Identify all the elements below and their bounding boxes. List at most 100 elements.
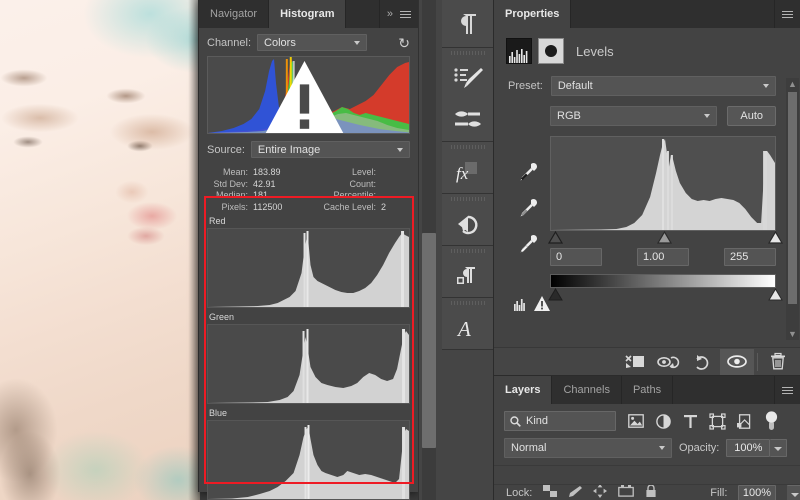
collapse-chevrons-icon[interactable]: » xyxy=(387,8,393,20)
source-label: Source: xyxy=(207,143,245,156)
stat-mean-label: Mean: xyxy=(222,167,248,177)
glyphs-icon[interactable]: A xyxy=(442,307,494,349)
toggle-visibility-eye-icon[interactable] xyxy=(720,348,754,375)
stat-level-value xyxy=(381,167,410,179)
tab-navigator-label: Navigator xyxy=(210,8,258,20)
lock-position-icon[interactable] xyxy=(593,485,608,500)
tab-channels[interactable]: Channels xyxy=(552,376,622,404)
reset-icon[interactable] xyxy=(686,349,720,375)
delete-trash-icon[interactable] xyxy=(761,349,795,375)
panel-menu-icon[interactable] xyxy=(782,9,793,20)
scroll-up-arrow-icon[interactable]: ▲ xyxy=(788,78,797,90)
tab-layers[interactable]: Layers xyxy=(494,376,553,404)
view-previous-state-icon[interactable] xyxy=(652,349,686,375)
black-point-eyedropper-icon[interactable] xyxy=(516,162,538,184)
layer-comps-icon[interactable] xyxy=(442,255,494,297)
tab-properties[interactable]: Properties xyxy=(494,0,572,28)
tab-histogram[interactable]: Histogram xyxy=(269,0,347,28)
panel-menu-icon[interactable] xyxy=(782,385,793,396)
filter-shape-layers-icon[interactable] xyxy=(708,412,726,430)
stat-pixels-value: 112500 xyxy=(253,201,283,212)
levels-histogram-graph xyxy=(551,137,775,230)
filter-type-layers-icon[interactable] xyxy=(681,412,699,430)
white-point-eyedropper-icon[interactable] xyxy=(516,234,538,256)
levels-channel-row: RGB Auto xyxy=(494,96,800,126)
brushes-icon[interactable] xyxy=(442,57,494,99)
output-highlight-slider[interactable] xyxy=(768,288,783,301)
history-icon[interactable] xyxy=(442,203,494,245)
shadow-slider-triangle xyxy=(547,230,564,244)
dock-group-layer-comps xyxy=(442,246,494,298)
properties-scrollbar[interactable]: ▲ ▼ xyxy=(786,78,799,340)
auto-button[interactable]: Auto xyxy=(727,106,776,126)
filter-smart-object-icon[interactable] xyxy=(735,412,753,430)
preset-select[interactable]: Default xyxy=(550,76,776,96)
clipping-warning-icon xyxy=(514,299,525,311)
dock-grip[interactable] xyxy=(442,246,494,255)
layers-panel: Layers Channels Paths Kind Normal Opacit… xyxy=(493,375,800,500)
dock-scrollbar-track[interactable] xyxy=(422,0,436,500)
lock-transparent-pixels-icon[interactable] xyxy=(543,485,558,500)
opacity-value: 100% xyxy=(734,442,763,454)
blend-mode-select[interactable]: Normal xyxy=(504,438,672,458)
dock-grip[interactable] xyxy=(442,142,494,151)
fill-stepper-chevron[interactable] xyxy=(786,485,800,500)
clip-to-layer-icon[interactable] xyxy=(618,349,652,375)
layer-mask-icon[interactable] xyxy=(538,38,564,64)
tab-navigator[interactable]: Navigator xyxy=(199,0,270,28)
warning-triangle-icon xyxy=(534,296,550,311)
properties-scrollbar-thumb[interactable] xyxy=(788,92,797,304)
lock-image-pixels-icon[interactable] xyxy=(568,485,583,500)
output-shadow-slider[interactable] xyxy=(548,288,563,301)
chevron-down-icon xyxy=(704,114,711,118)
midtone-input-slider[interactable] xyxy=(656,230,673,244)
lock-all-icon[interactable] xyxy=(645,485,657,500)
source-select[interactable]: Entire Image xyxy=(250,141,410,158)
brush-presets-icon[interactable] xyxy=(442,99,494,141)
svg-text:A: A xyxy=(456,317,471,341)
layer-kind-value: Kind xyxy=(526,415,549,427)
tab-properties-label: Properties xyxy=(505,8,560,20)
opacity-field[interactable]: 100% xyxy=(726,439,771,457)
filter-adjustment-layers-icon[interactable] xyxy=(654,412,672,430)
filter-enable-toggle-icon[interactable] xyxy=(762,411,780,430)
histogram-statistics: Mean: 183.89 Level: Std Dev: 42.91 Count… xyxy=(199,163,418,213)
dock-grip[interactable] xyxy=(442,298,494,307)
shadow-input-field[interactable]: 0 xyxy=(550,248,602,266)
midtone-input-field[interactable]: 1.00 xyxy=(637,248,689,266)
layer-kind-select[interactable]: Kind xyxy=(504,411,616,431)
stat-mean-value: 183.89 xyxy=(253,167,281,177)
filter-pixel-layers-icon[interactable] xyxy=(627,412,645,430)
highlight-input-slider[interactable] xyxy=(767,230,784,244)
stat-percentile-value xyxy=(381,190,410,202)
paragraph-icon[interactable] xyxy=(442,0,494,48)
image-canvas[interactable] xyxy=(0,0,200,500)
levels-channel-select[interactable]: RGB xyxy=(550,106,718,126)
dock-grip[interactable] xyxy=(442,48,494,57)
levels-adjustment-icon xyxy=(506,38,532,64)
pixel-layer-glyph xyxy=(628,414,644,428)
lock-artboard-nesting-icon[interactable] xyxy=(618,485,635,500)
clipping-warning-group[interactable] xyxy=(514,296,550,311)
dock-group-glyphs: A xyxy=(442,298,494,350)
shape-layer-glyph xyxy=(708,412,726,430)
fill-field[interactable]: 100% xyxy=(738,485,776,500)
scroll-down-arrow-icon[interactable]: ▼ xyxy=(788,328,797,340)
red-channel-histogram xyxy=(207,228,410,308)
channel-select[interactable]: Colors xyxy=(257,34,368,51)
stat-cachelevel-value: 2 xyxy=(381,201,387,212)
portrait-photo xyxy=(0,0,200,500)
dock-group-paragraph xyxy=(442,0,494,48)
opacity-stepper-chevron[interactable] xyxy=(770,439,788,457)
dock-scrollbar-thumb[interactable] xyxy=(422,233,436,448)
brush-presets-glyph xyxy=(455,111,481,127)
refresh-icon[interactable]: ↻ xyxy=(398,36,410,50)
layer-styles-fx-icon[interactable]: fx xyxy=(442,151,494,193)
shadow-input-slider[interactable] xyxy=(547,230,564,244)
highlight-input-field[interactable]: 255 xyxy=(724,248,776,266)
gray-point-eyedropper-icon[interactable] xyxy=(516,198,538,220)
panel-menu-icon[interactable] xyxy=(400,9,411,20)
dock-grip[interactable] xyxy=(442,194,494,203)
cached-data-warning-icon[interactable] xyxy=(207,61,405,134)
tab-paths[interactable]: Paths xyxy=(622,376,674,404)
